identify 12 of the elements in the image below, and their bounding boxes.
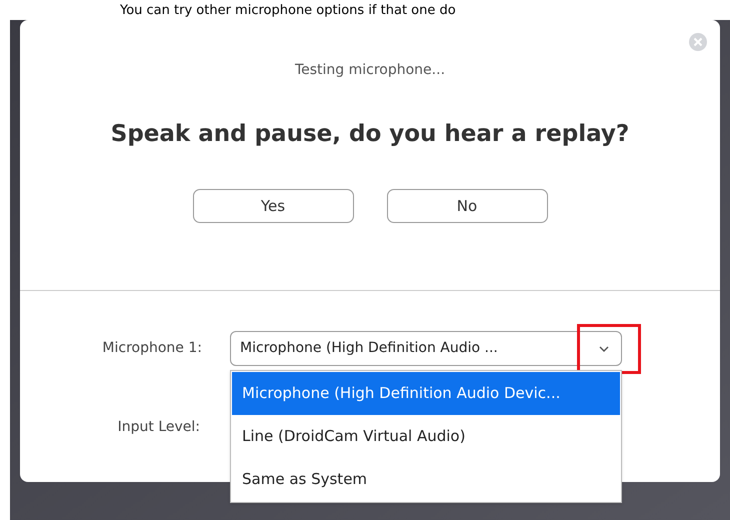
no-button[interactable]: No: [386, 189, 548, 223]
status-text: Testing microphone...: [294, 61, 446, 80]
close-icon[interactable]: [688, 32, 708, 52]
input-level-label: Input Level:: [116, 418, 200, 437]
selected-microphone: Microphone (High Definition Audio ...: [240, 339, 498, 358]
microphone-option[interactable]: Microphone (High Definition Audio Devic...: [232, 372, 620, 415]
chevron-down-icon: [599, 346, 609, 352]
caption-text: You can try other microphone options if that one do: [120, 4, 456, 16]
microphone-select[interactable]: Microphone (High Definition Audio ...: [230, 331, 622, 366]
question-heading: Speak and pause, do you hear a replay?: [110, 120, 630, 149]
microphone-label: Microphone 1:: [101, 339, 202, 358]
yes-button[interactable]: Yes: [192, 189, 354, 223]
